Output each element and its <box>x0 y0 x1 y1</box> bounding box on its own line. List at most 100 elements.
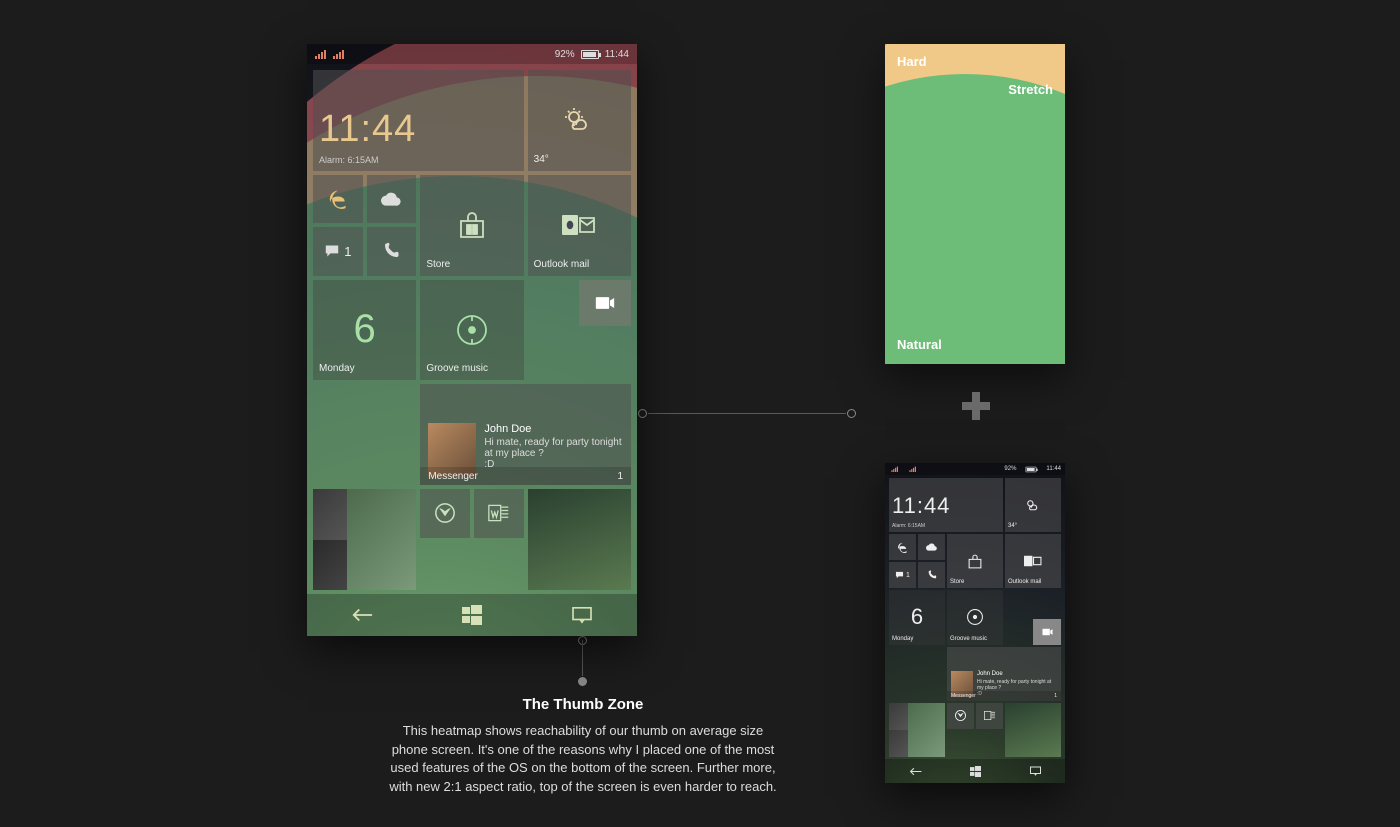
phone-tile[interactable] <box>367 227 417 275</box>
messages-tile[interactable]: 1 <box>889 562 916 588</box>
caption-connector <box>578 636 588 686</box>
messages-tile[interactable]: 1 <box>313 227 363 275</box>
status-time: 11:44 <box>605 49 629 60</box>
back-button[interactable] <box>885 767 945 776</box>
xbox-tile[interactable] <box>420 489 470 537</box>
edge-icon <box>889 534 916 560</box>
heatmap-label-hard: Hard <box>897 54 927 69</box>
store-tile[interactable]: Store <box>420 175 523 276</box>
calendar-day: 6 <box>911 604 923 630</box>
battery-pct: 92% <box>555 49 575 60</box>
groove-icon <box>947 590 1003 644</box>
message-badge: 1 <box>906 572 910 579</box>
weather-tile[interactable]: 34° <box>1005 478 1061 532</box>
weather-icon <box>528 70 631 171</box>
groove-icon <box>420 280 523 381</box>
battery-icon <box>1026 466 1037 471</box>
people-tile[interactable] <box>889 703 945 757</box>
weather-tile[interactable]: 34° <box>528 70 631 171</box>
start-button[interactable] <box>945 766 1005 777</box>
outlook-tile[interactable]: Outlook mail <box>528 175 631 276</box>
status-time: 11:44 <box>1046 466 1061 472</box>
messenger-spacer <box>889 647 945 701</box>
back-button[interactable] <box>332 607 392 623</box>
spacer-a <box>420 542 470 590</box>
phone-large: 92% 11:44 11:44 Alarm: 6:15AM 34° <box>307 44 637 636</box>
phone-icon <box>367 227 417 275</box>
camera-area <box>528 280 631 381</box>
xbox-tile[interactable] <box>947 703 974 729</box>
calendar-tile[interactable]: 6 Monday <box>889 590 945 644</box>
edge-tile[interactable] <box>313 175 363 223</box>
onedrive-tile[interactable] <box>918 534 945 560</box>
word-icon <box>976 703 1003 729</box>
caption-title: The Thumb Zone <box>383 694 783 716</box>
status-bar-small: 92% 11:44 <box>885 463 1065 475</box>
photos-tile[interactable] <box>1005 703 1061 757</box>
heatmap-label-stretch: Stretch <box>1008 82 1053 97</box>
cloud-icon <box>918 534 945 560</box>
phone-icon <box>918 562 945 588</box>
photos-tile[interactable] <box>528 489 631 590</box>
tiles-grid-small: 11:44 Alarm: 6:15AM 34° Store Outlook ma… <box>889 478 1061 757</box>
nav-bar-small <box>885 759 1065 783</box>
clock-tile[interactable]: 11:44 Alarm: 6:15AM <box>889 478 1003 532</box>
messenger-tile[interactable]: John Doe Hi mate, ready for party tonigh… <box>947 647 1061 701</box>
camera-tile[interactable] <box>579 280 631 326</box>
store-tile[interactable]: Store <box>947 534 1003 588</box>
groove-tile[interactable]: Groove music <box>420 280 523 381</box>
caption: The Thumb Zone This heatmap shows reacha… <box>383 694 783 797</box>
messenger-sender: John Doe <box>977 671 1057 677</box>
tiles-grid: 11:44 Alarm: 6:15AM 34° <box>313 70 631 590</box>
plus-icon <box>962 392 990 420</box>
camera-icon <box>579 280 631 326</box>
clock-alarm: Alarm: 6:15AM <box>892 523 1000 529</box>
spacer-a <box>947 731 974 757</box>
start-button[interactable] <box>442 605 502 625</box>
store-icon <box>947 534 1003 588</box>
camera-tile[interactable] <box>1033 619 1061 645</box>
outlook-icon <box>1005 534 1061 588</box>
action-center-button[interactable] <box>552 606 612 624</box>
weather-icon <box>1005 478 1061 532</box>
camera-area <box>1005 590 1061 644</box>
messenger-body: Hi mate, ready for party tonight at my p… <box>484 437 623 470</box>
status-bar: 92% 11:44 <box>307 44 637 64</box>
camera-icon <box>1033 619 1061 645</box>
outlook-tile[interactable]: Outlook mail <box>1005 534 1061 588</box>
clock-time: 11:44 <box>319 108 518 151</box>
onedrive-tile[interactable] <box>367 175 417 223</box>
messenger-count: 1 <box>1054 693 1057 699</box>
spacer-b <box>474 542 524 590</box>
messenger-count: 1 <box>617 471 623 482</box>
nav-bar <box>307 594 637 636</box>
messenger-tile[interactable]: John Doe Hi mate, ready for party tonigh… <box>420 384 631 485</box>
clock-alarm: Alarm: 6:15AM <box>319 155 518 165</box>
messenger-spacer <box>313 384 416 485</box>
xbox-icon <box>420 489 470 537</box>
store-icon <box>420 175 523 276</box>
heatmap-zone-natural <box>885 74 1065 364</box>
clock-time: 11:44 <box>892 493 1000 519</box>
calendar-tile[interactable]: 6 Monday <box>313 280 416 381</box>
heatmap-label-natural: Natural <box>897 337 942 352</box>
action-center-button[interactable] <box>1005 766 1065 776</box>
heatmap-diagram: Hard Stretch Natural <box>885 44 1065 364</box>
clock-tile[interactable]: 11:44 Alarm: 6:15AM <box>313 70 524 171</box>
connector-line <box>638 413 856 415</box>
battery-pct: 92% <box>1004 466 1016 472</box>
outlook-icon <box>528 175 631 276</box>
people-tile[interactable] <box>313 489 416 590</box>
edge-tile[interactable] <box>889 534 916 560</box>
message-icon <box>895 571 904 579</box>
people-avatars <box>313 489 416 590</box>
word-tile[interactable] <box>474 489 524 537</box>
phone-tile[interactable] <box>918 562 945 588</box>
groove-tile[interactable]: Groove music <box>947 590 1003 644</box>
messenger-label: Messenger <box>428 471 477 482</box>
cloud-icon <box>367 175 417 223</box>
word-tile[interactable] <box>976 703 1003 729</box>
spacer-b <box>976 731 1003 757</box>
people-avatars <box>889 703 945 757</box>
phone-small: 92% 11:44 11:44 Alarm: 6:15AM 34° Store … <box>885 463 1065 783</box>
